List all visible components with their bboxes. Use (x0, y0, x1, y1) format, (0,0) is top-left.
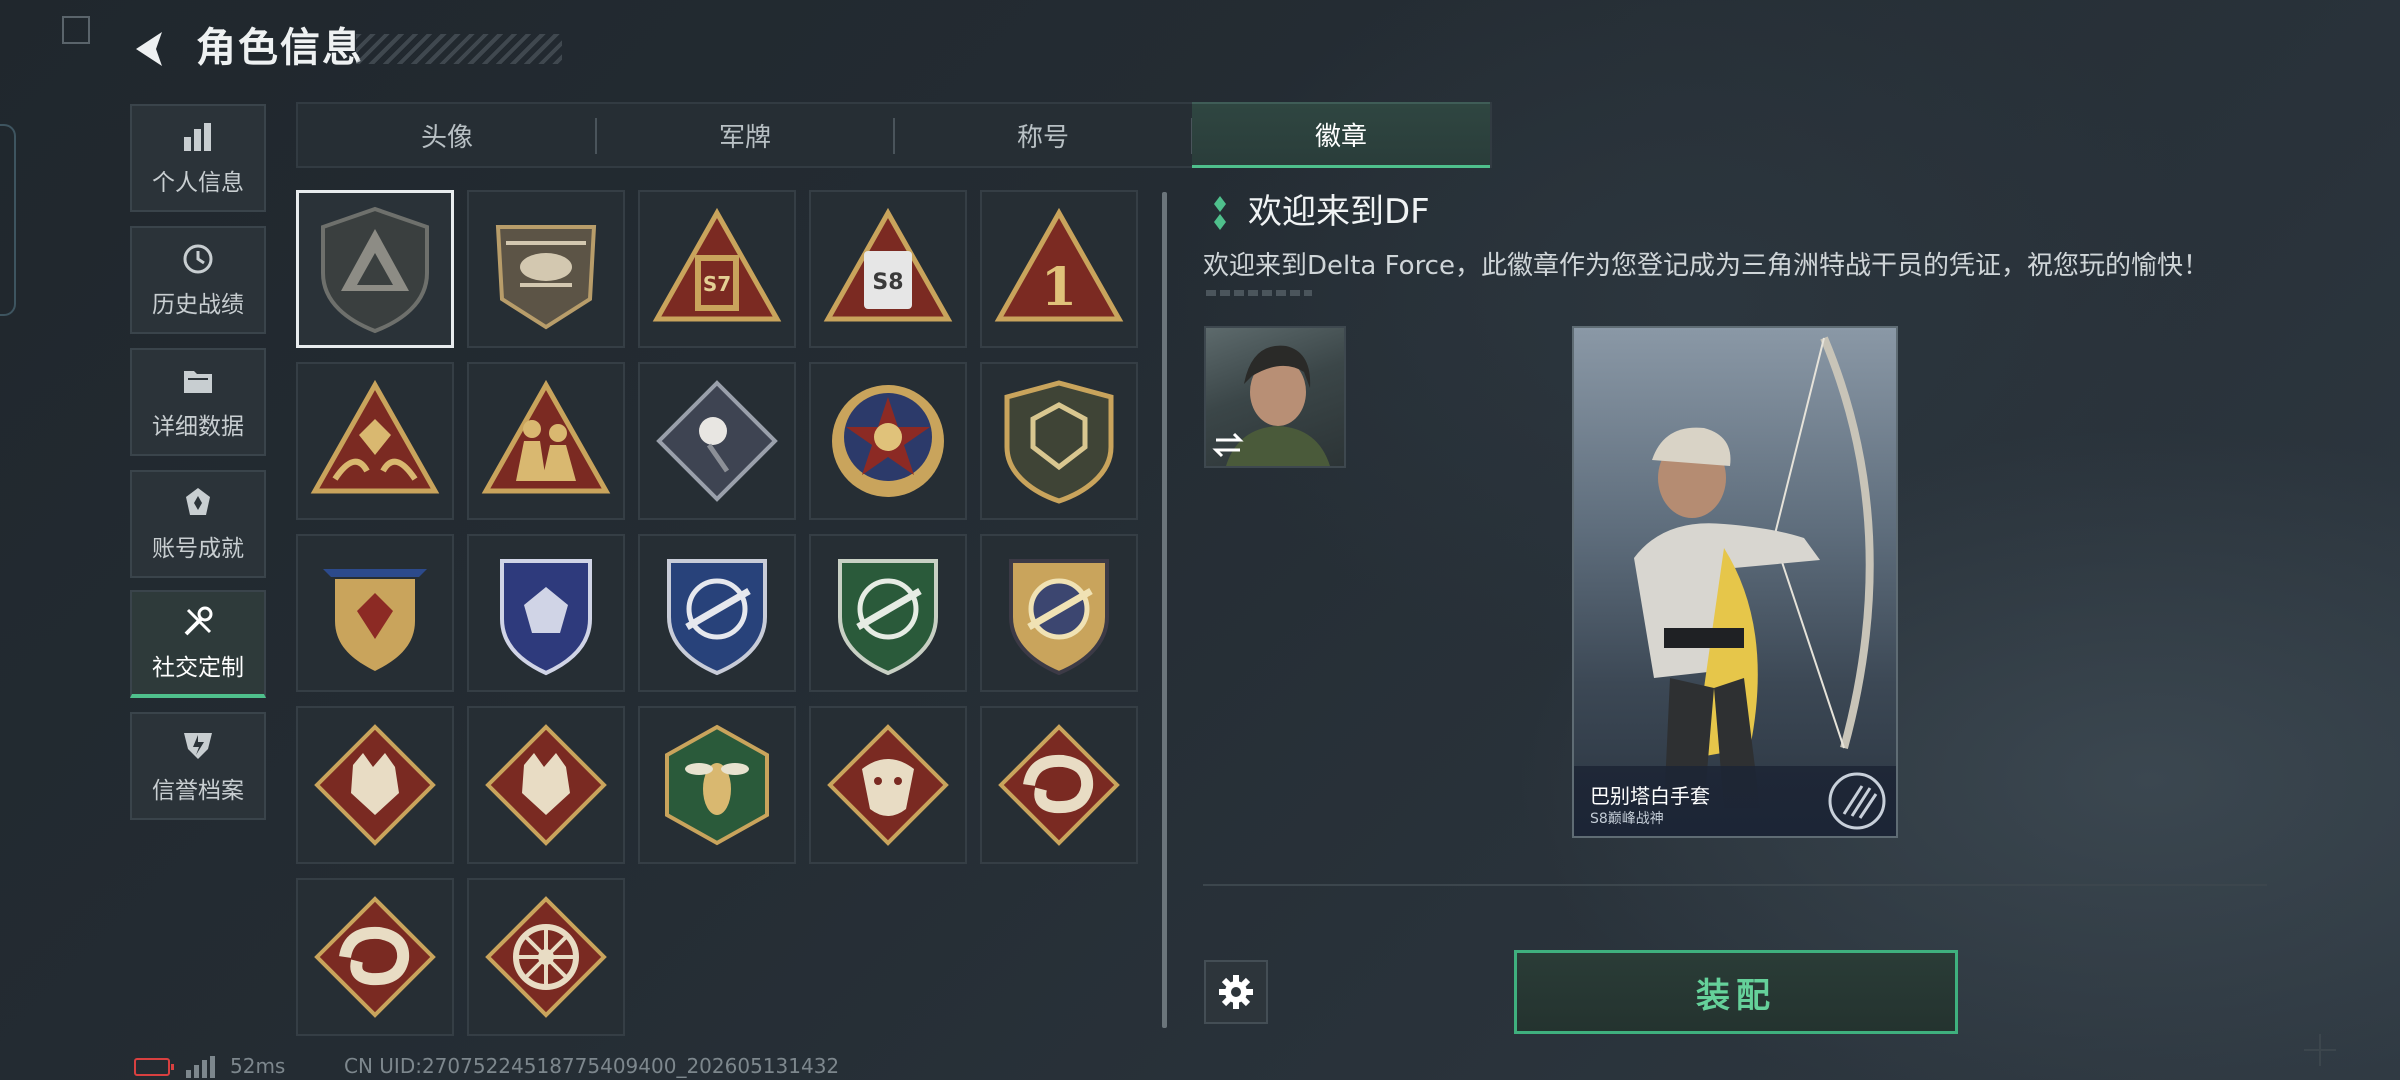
badge-cell[interactable] (980, 706, 1138, 864)
sidebar-item-label: 历史战绩 (152, 292, 244, 318)
dharma-wheel-badge-icon (485, 896, 607, 1018)
title-marker-icon (1214, 196, 1226, 230)
badge-cell[interactable] (467, 362, 625, 520)
equip-button[interactable]: 装配 (1514, 950, 1958, 1034)
badge-cell[interactable] (809, 534, 967, 692)
window-square-icon (62, 16, 90, 44)
sidebar-item-label: 详细数据 (152, 414, 244, 440)
gold-shield-stars-badge-icon (323, 569, 427, 671)
badge-cell[interactable] (980, 534, 1138, 692)
blue-shield-stars-badge-icon (500, 559, 592, 676)
tab-dog-tag[interactable]: 军牌 (596, 102, 894, 168)
signal-icon (186, 1056, 215, 1078)
blue-rifle-crosshair-badge-icon (667, 559, 767, 676)
credit-shield-icon (184, 733, 212, 759)
gold-rifle-crosshair-badge-icon (1009, 559, 1109, 676)
edge-handle[interactable] (0, 124, 16, 316)
season-8-badge-icon: S8 (823, 207, 953, 322)
sidebar-item-label: 信誉档案 (152, 778, 244, 804)
svg-text:S8: S8 (872, 270, 903, 295)
badge-cell[interactable] (638, 362, 796, 520)
shield-emblem-badge-icon (1004, 380, 1114, 504)
achievement-icon (186, 488, 210, 515)
ping-value: 52ms (230, 1054, 286, 1078)
badge-cell[interactable] (467, 534, 625, 692)
user-uid: CN UID:27075224518775409400_202605131432 (344, 1054, 840, 1078)
badge-cell[interactable] (296, 362, 454, 520)
badge-cell[interactable] (296, 878, 454, 1036)
sidebar-item-personal-info[interactable]: 个人信息 (130, 104, 266, 212)
sidebar-item-social-custom[interactable]: 社交定制 (130, 590, 266, 698)
tab-title[interactable]: 称号 (894, 102, 1192, 168)
badge-cell[interactable]: S7 (638, 190, 796, 348)
badge-cell[interactable] (980, 362, 1138, 520)
tab-badge[interactable]: 徽章 (1192, 102, 1490, 168)
back-arrow-icon[interactable] (128, 26, 174, 72)
crosshair-icon (2304, 1034, 2336, 1066)
operator-avatar[interactable] (1204, 326, 1346, 468)
badge-cell[interactable] (296, 706, 454, 864)
sidebar-item-achievements[interactable]: 账号成就 (130, 470, 266, 578)
wasp-badge-icon (665, 724, 769, 846)
battery-icon (134, 1058, 174, 1076)
wolf-badge-icon (314, 724, 436, 846)
sidebar-item-label: 社交定制 (152, 655, 244, 681)
rose-badge-icon (656, 380, 778, 502)
hands-gem-badge-icon (310, 379, 440, 494)
badge-cell[interactable] (467, 878, 625, 1036)
tools-icon (184, 606, 213, 636)
serpent-badge-icon (314, 896, 436, 1018)
skin-subtitle: S8巅峰战神 (1590, 811, 1664, 827)
description-divider (1206, 290, 1312, 296)
badge-grid-scrollbar[interactable] (1162, 192, 1167, 1028)
page-title: 角色信息 (196, 25, 364, 71)
sidebar-item-label: 个人信息 (152, 170, 244, 196)
badge-cell[interactable]: 1 (980, 190, 1138, 348)
history-icon (183, 244, 213, 274)
bar-chart-icon (184, 123, 211, 151)
badge-cell[interactable] (638, 534, 796, 692)
soldiers-badge-icon (481, 379, 611, 494)
operator-emblem-icon (1828, 772, 1886, 830)
badge-cell[interactable] (467, 190, 625, 348)
operator-skin-card[interactable] (1572, 326, 1898, 838)
helicopter-badge-icon (495, 225, 597, 330)
rank-one-badge-icon: 1 (994, 207, 1124, 322)
badge-cell[interactable] (296, 190, 454, 348)
badge-cell[interactable] (467, 706, 625, 864)
badge-cell[interactable] (296, 534, 454, 692)
badge-cell[interactable] (809, 706, 967, 864)
badge-description: 欢迎来到Delta Force，此徽章作为您登记成为三角洲特战干员的凭证，祝您玩… (1203, 251, 2209, 281)
badge-cell[interactable] (638, 706, 796, 864)
star-compass-badge-icon (832, 385, 944, 497)
sidebar-item-history[interactable]: 历史战绩 (130, 226, 266, 334)
season-7-badge-icon: S7 (652, 207, 782, 322)
dragon-badge-icon (827, 724, 949, 846)
title-decoration (356, 34, 562, 64)
badge-title: 欢迎来到DF (1248, 192, 1430, 232)
green-rifle-crosshair-badge-icon (838, 559, 938, 676)
sidebar-item-credit-record[interactable]: 信誉档案 (130, 712, 266, 820)
gear-icon (1219, 975, 1253, 1009)
settings-button[interactable] (1204, 960, 1268, 1024)
folder-icon (184, 371, 212, 393)
sidebar-item-label: 账号成就 (152, 536, 244, 562)
serpent-badge-icon (998, 724, 1120, 846)
svg-text:S7: S7 (703, 272, 731, 296)
badge-cell[interactable]: S8 (809, 190, 967, 348)
badge-cell[interactable] (809, 362, 967, 520)
delta-shield-badge-icon (321, 206, 429, 334)
tab-avatar[interactable]: 头像 (298, 102, 596, 168)
panel-divider (1203, 884, 2267, 886)
wolf-badge-icon (485, 724, 607, 846)
svg-text:1: 1 (1041, 257, 1077, 318)
sidebar-item-detailed-data[interactable]: 详细数据 (130, 348, 266, 456)
skin-name: 巴别塔白手套 (1590, 784, 1710, 808)
